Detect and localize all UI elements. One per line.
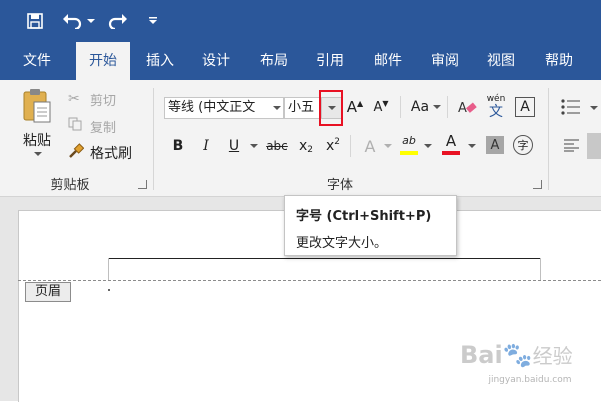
- undo-dropdown-icon[interactable]: [86, 10, 96, 32]
- font-color-button[interactable]: A: [440, 133, 462, 157]
- superscript-button[interactable]: x2: [323, 135, 343, 157]
- redo-icon[interactable]: [106, 10, 130, 32]
- bullets-icon[interactable]: [560, 98, 584, 118]
- font-size-combobox[interactable]: 小五: [284, 97, 321, 119]
- change-case-dropdown-icon[interactable]: [433, 105, 441, 109]
- subscript-button[interactable]: x2: [296, 135, 316, 157]
- font-size-tooltip: 字号 (Ctrl+Shift+P) 更改文字大小。: [284, 195, 457, 256]
- character-shading-button[interactable]: A: [486, 136, 504, 154]
- tab-home[interactable]: 开始: [76, 42, 130, 80]
- shrink-font-icon: A: [373, 99, 383, 115]
- tooltip-title: 字号 (Ctrl+Shift+P): [296, 209, 432, 224]
- character-border-button[interactable]: A: [515, 97, 535, 117]
- watermark-logo: Bai🐾经验: [460, 340, 598, 372]
- svg-text:A: A: [458, 101, 467, 116]
- phonetic-char: 文: [489, 104, 503, 120]
- enclose-characters-button[interactable]: 字: [513, 135, 533, 155]
- save-icon[interactable]: [24, 10, 46, 32]
- underline-dropdown-icon[interactable]: [250, 144, 258, 148]
- watermark-brand-cn: 经验: [532, 344, 573, 368]
- font-color-icon: A: [445, 132, 457, 150]
- grow-font-icon: A: [346, 98, 358, 116]
- paste-dropdown-icon[interactable]: [34, 152, 42, 156]
- header-boundary-line: [18, 280, 601, 281]
- tab-mailings[interactable]: 邮件: [360, 42, 416, 80]
- tab-review[interactable]: 审阅: [418, 42, 472, 80]
- text-cursor: [108, 289, 110, 291]
- highlight-box: [319, 90, 343, 126]
- font-launcher-icon[interactable]: [533, 180, 542, 189]
- change-case-button[interactable]: Aa: [408, 96, 432, 118]
- clipboard-launcher-icon[interactable]: [138, 180, 147, 189]
- scissors-icon: ✂: [68, 91, 80, 107]
- paste-button-label[interactable]: 粘贴: [20, 130, 54, 150]
- superscript-base: x: [325, 138, 335, 154]
- paste-icon[interactable]: [22, 88, 54, 124]
- watermark-brand: Bai: [460, 341, 503, 369]
- header-tag[interactable]: 页眉: [25, 282, 71, 302]
- text-effects-button[interactable]: A: [360, 135, 380, 157]
- tab-help[interactable]: 帮助: [530, 42, 588, 80]
- tab-references[interactable]: 引用: [304, 42, 356, 80]
- font-name-combobox[interactable]: 等线 (中文正文: [164, 97, 284, 119]
- align-center-button[interactable]: [587, 133, 601, 159]
- text-highlight-color-button[interactable]: ab: [398, 133, 420, 157]
- underline-button[interactable]: U: [224, 135, 244, 157]
- ribbon-tab-bar: 文件 开始 插入 设计 布局 引用 邮件 审阅 视图 帮助: [0, 42, 601, 80]
- divider: [400, 96, 401, 118]
- highlight-dropdown-icon[interactable]: [424, 144, 432, 148]
- shrink-font-button[interactable]: A ▼: [370, 96, 392, 118]
- copy-icon: [68, 117, 86, 135]
- divider: [350, 135, 351, 157]
- group-divider: [548, 88, 549, 190]
- header-margin-mark: [108, 258, 109, 280]
- highlighter-icon: ab: [402, 134, 416, 147]
- undo-icon[interactable]: [60, 10, 84, 32]
- paw-icon: 🐾: [502, 341, 533, 369]
- format-painter-button[interactable]: 格式刷: [68, 143, 132, 163]
- copy-button[interactable]: 复制: [68, 117, 117, 136]
- header-margin-mark: [540, 258, 541, 280]
- tab-design[interactable]: 设计: [190, 42, 242, 80]
- subscript-mark: 2: [307, 145, 314, 155]
- align-left-icon[interactable]: [563, 138, 581, 154]
- text-effects-dropdown-icon[interactable]: [384, 144, 392, 148]
- format-painter-label: 格式刷: [90, 146, 132, 162]
- cut-button[interactable]: ✂ 剪切: [68, 90, 117, 109]
- strikethrough-button[interactable]: abc: [264, 135, 290, 157]
- phonetic-guide-button[interactable]: wén 文: [484, 94, 508, 120]
- bold-button[interactable]: B: [168, 135, 188, 157]
- font-group-label: 字体: [326, 178, 353, 193]
- phonetic-pinyin: wén: [486, 94, 506, 104]
- italic-button[interactable]: I: [196, 135, 216, 157]
- tooltip-description: 更改文字大小。: [296, 236, 388, 251]
- tab-layout[interactable]: 布局: [248, 42, 300, 80]
- bullets-dropdown-icon[interactable]: [590, 106, 598, 110]
- header-underline: [108, 258, 540, 281]
- paintbrush-icon: [68, 143, 86, 163]
- superscript-mark: 2: [334, 137, 341, 147]
- divider: [447, 96, 448, 118]
- tab-insert[interactable]: 插入: [134, 42, 186, 80]
- clear-formatting-icon[interactable]: A: [456, 96, 478, 118]
- font-color-swatch: [442, 151, 460, 155]
- font-color-dropdown-icon[interactable]: [468, 144, 476, 148]
- grow-font-button[interactable]: A ▲: [344, 96, 366, 118]
- subscript-base: x: [298, 138, 308, 154]
- group-divider: [153, 88, 154, 190]
- highlight-color-swatch: [400, 151, 418, 155]
- font-name-dropdown-icon[interactable]: [273, 106, 281, 110]
- watermark-url: jingyan.baidu.com: [488, 375, 572, 385]
- copy-label: 复制: [90, 120, 117, 136]
- tab-file[interactable]: 文件: [8, 42, 66, 80]
- tab-view[interactable]: 视图: [474, 42, 528, 80]
- customize-qat-icon[interactable]: [146, 10, 160, 32]
- clipboard-group-label: 剪贴板: [50, 178, 90, 193]
- cut-label: 剪切: [90, 93, 117, 109]
